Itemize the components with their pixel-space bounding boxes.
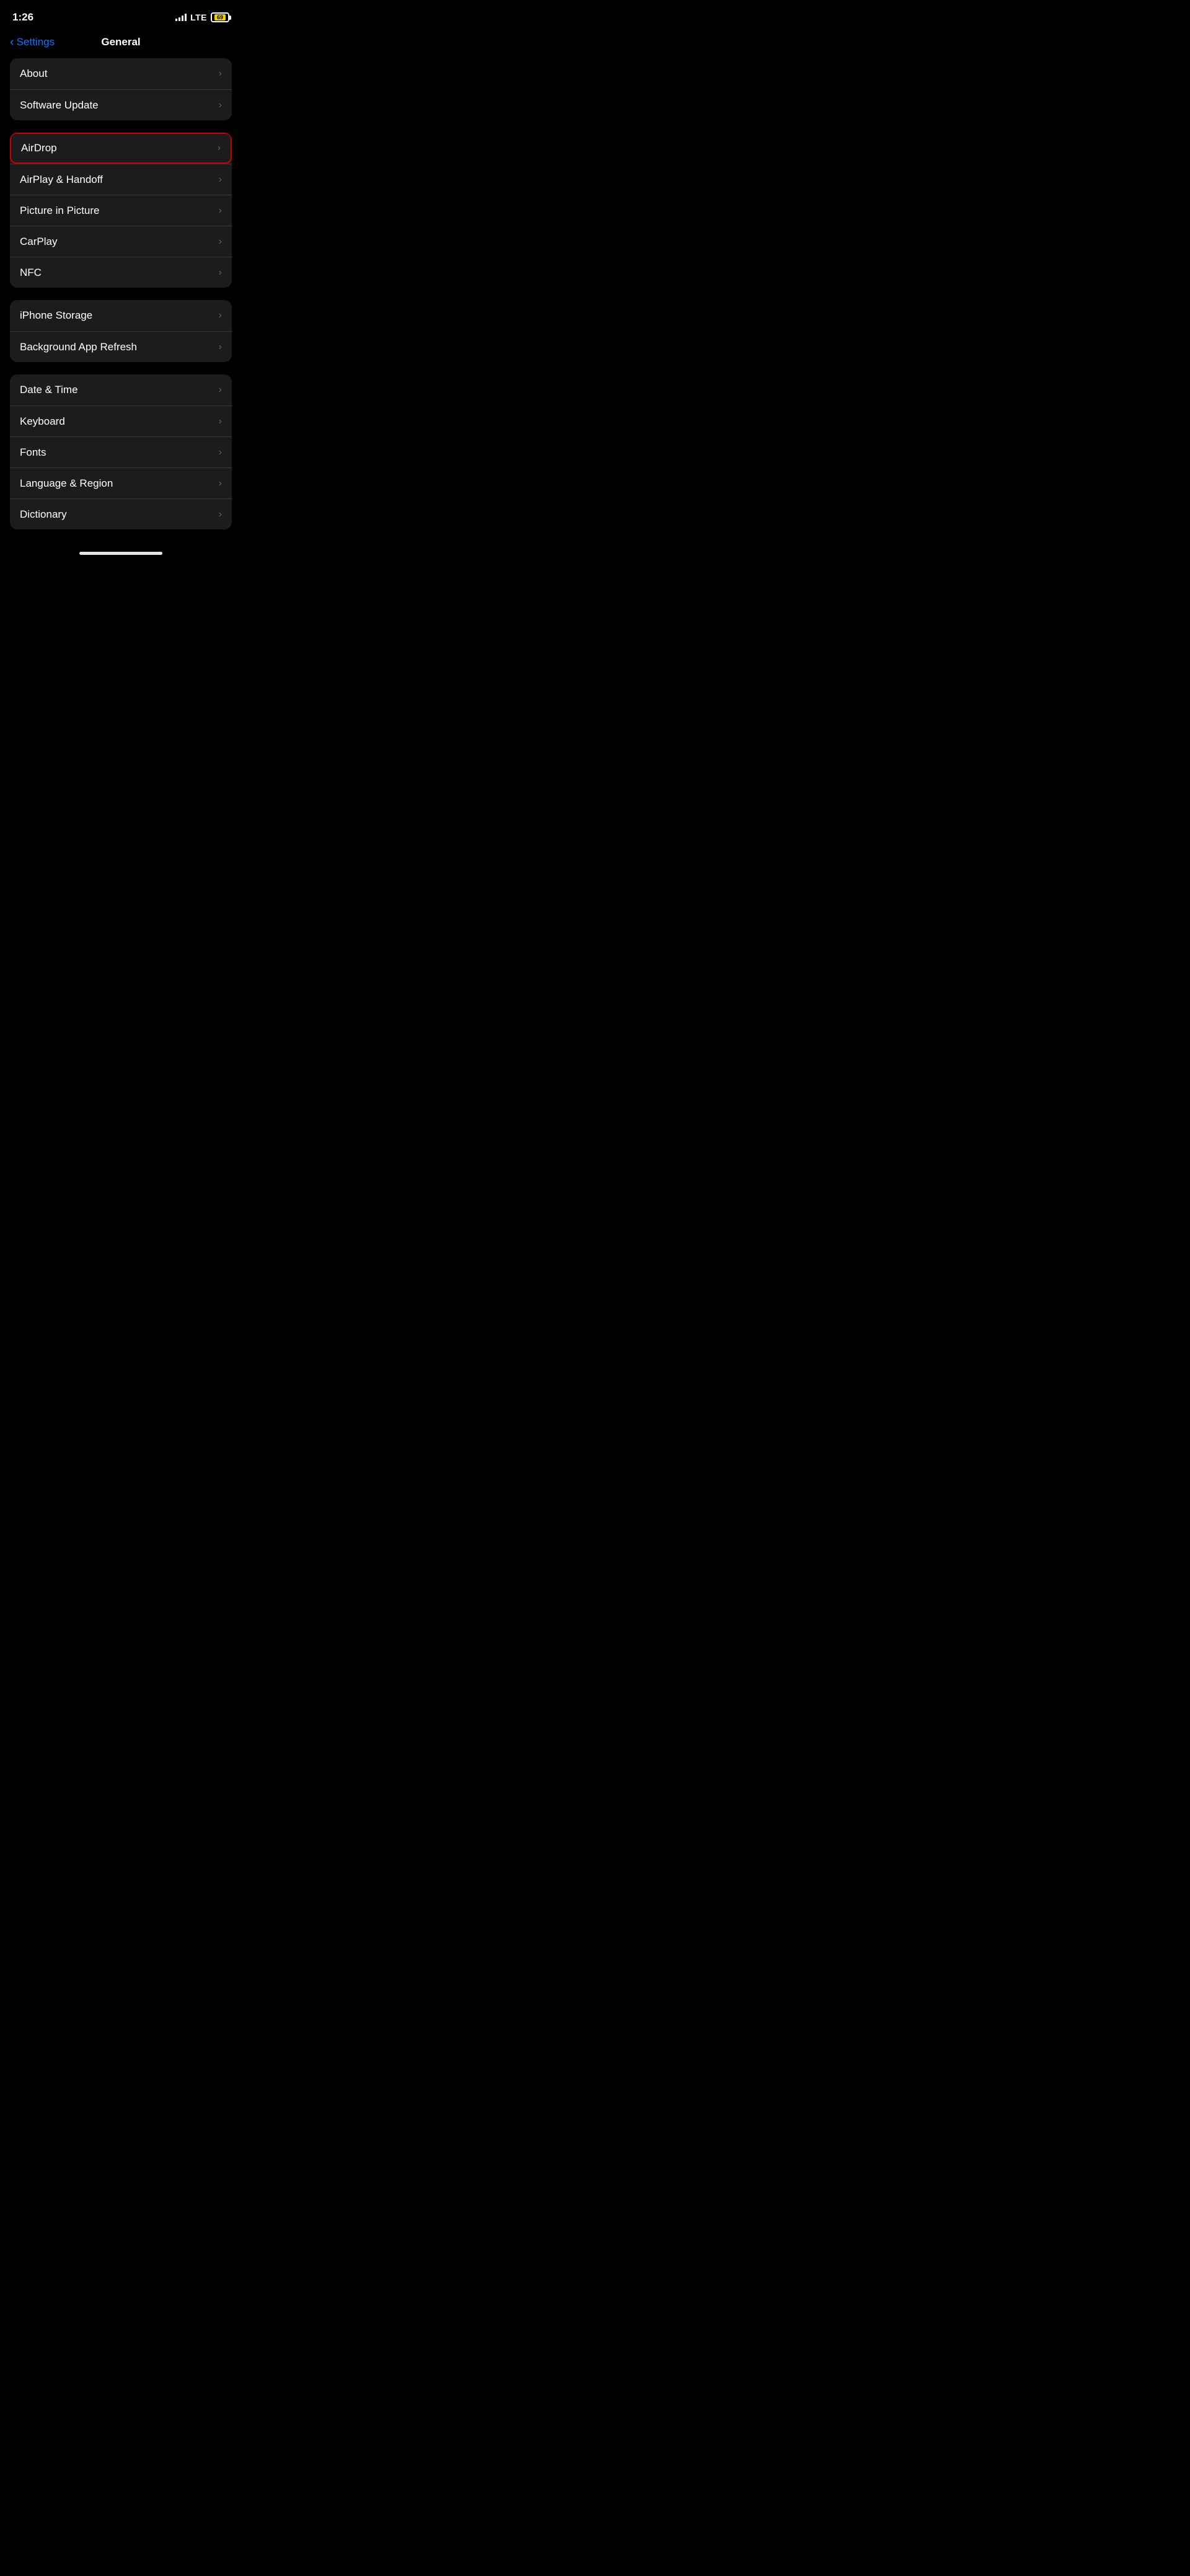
settings-item-airdrop[interactable]: AirDrop ›: [10, 133, 232, 164]
chevron-right-icon: ›: [219, 416, 222, 427]
settings-item-about-label: About: [20, 68, 47, 80]
battery-cap: [229, 15, 231, 20]
settings-item-picture-in-picture-label: Picture in Picture: [20, 205, 100, 217]
chevron-right-icon: ›: [219, 174, 222, 185]
chevron-right-icon: ›: [219, 100, 222, 111]
home-indicator: [0, 542, 242, 560]
settings-item-airplay-handoff[interactable]: AirPlay & Handoff ›: [10, 164, 232, 195]
settings-item-nfc-label: NFC: [20, 267, 42, 279]
chevron-right-icon: ›: [219, 68, 222, 79]
nav-bar: ‹ Settings General: [0, 31, 242, 58]
chevron-right-icon: ›: [219, 342, 222, 353]
back-button[interactable]: ‹ Settings: [10, 36, 55, 48]
settings-group-3: iPhone Storage › Background App Refresh …: [10, 300, 232, 362]
home-bar: [79, 552, 162, 555]
settings-item-nfc[interactable]: NFC ›: [10, 257, 232, 288]
chevron-right-icon: ›: [219, 384, 222, 396]
chevron-right-icon: ›: [219, 267, 222, 278]
settings-item-carplay[interactable]: CarPlay ›: [10, 226, 232, 257]
signal-bars-icon: [175, 14, 187, 21]
signal-bar-1: [175, 19, 177, 21]
settings-item-keyboard-label: Keyboard: [20, 415, 65, 428]
settings-group-4: Date & Time › Keyboard › Fonts › Languag…: [10, 374, 232, 529]
settings-item-picture-in-picture[interactable]: Picture in Picture ›: [10, 195, 232, 226]
signal-bar-4: [185, 14, 187, 21]
settings-item-date-time[interactable]: Date & Time ›: [10, 374, 232, 405]
chevron-right-icon: ›: [219, 205, 222, 216]
settings-item-background-app-refresh[interactable]: Background App Refresh ›: [10, 331, 232, 362]
settings-item-date-time-label: Date & Time: [20, 384, 78, 396]
settings-item-dictionary-label: Dictionary: [20, 508, 67, 521]
status-right: LTE 69: [175, 12, 229, 22]
chevron-right-icon: ›: [218, 143, 221, 154]
lte-label: LTE: [190, 12, 207, 22]
settings-item-airdrop-label: AirDrop: [21, 142, 57, 154]
settings-item-iphone-storage-label: iPhone Storage: [20, 309, 92, 322]
settings-item-iphone-storage[interactable]: iPhone Storage ›: [10, 300, 232, 331]
settings-item-about[interactable]: About ›: [10, 58, 232, 89]
settings-item-software-update-label: Software Update: [20, 99, 99, 112]
signal-bar-3: [182, 15, 183, 21]
settings-group-2: AirDrop › AirPlay & Handoff › Picture in…: [10, 133, 232, 288]
settings-item-dictionary[interactable]: Dictionary ›: [10, 498, 232, 529]
back-label: Settings: [17, 36, 55, 48]
battery-icon: 69: [211, 12, 229, 22]
settings-item-keyboard[interactable]: Keyboard ›: [10, 405, 232, 436]
settings-item-fonts-label: Fonts: [20, 446, 46, 459]
page-title: General: [101, 36, 140, 48]
settings-item-background-app-refresh-label: Background App Refresh: [20, 341, 137, 353]
settings-content: About › Software Update › AirDrop › AirP…: [0, 58, 242, 529]
chevron-right-icon: ›: [219, 447, 222, 458]
settings-item-language-region[interactable]: Language & Region ›: [10, 467, 232, 498]
settings-item-carplay-label: CarPlay: [20, 236, 57, 248]
settings-item-language-region-label: Language & Region: [20, 477, 113, 490]
settings-group-1: About › Software Update ›: [10, 58, 232, 120]
status-bar: 1:26 LTE 69: [0, 0, 242, 31]
status-time: 1:26: [12, 11, 33, 24]
settings-item-software-update[interactable]: Software Update ›: [10, 89, 232, 120]
chevron-right-icon: ›: [219, 478, 222, 489]
chevron-right-icon: ›: [219, 509, 222, 520]
back-chevron-icon: ‹: [10, 36, 14, 48]
signal-bar-2: [178, 17, 180, 21]
settings-item-fonts[interactable]: Fonts ›: [10, 436, 232, 467]
chevron-right-icon: ›: [219, 310, 222, 321]
battery-percentage: 69: [217, 14, 223, 20]
settings-item-airplay-handoff-label: AirPlay & Handoff: [20, 174, 103, 186]
chevron-right-icon: ›: [219, 236, 222, 247]
